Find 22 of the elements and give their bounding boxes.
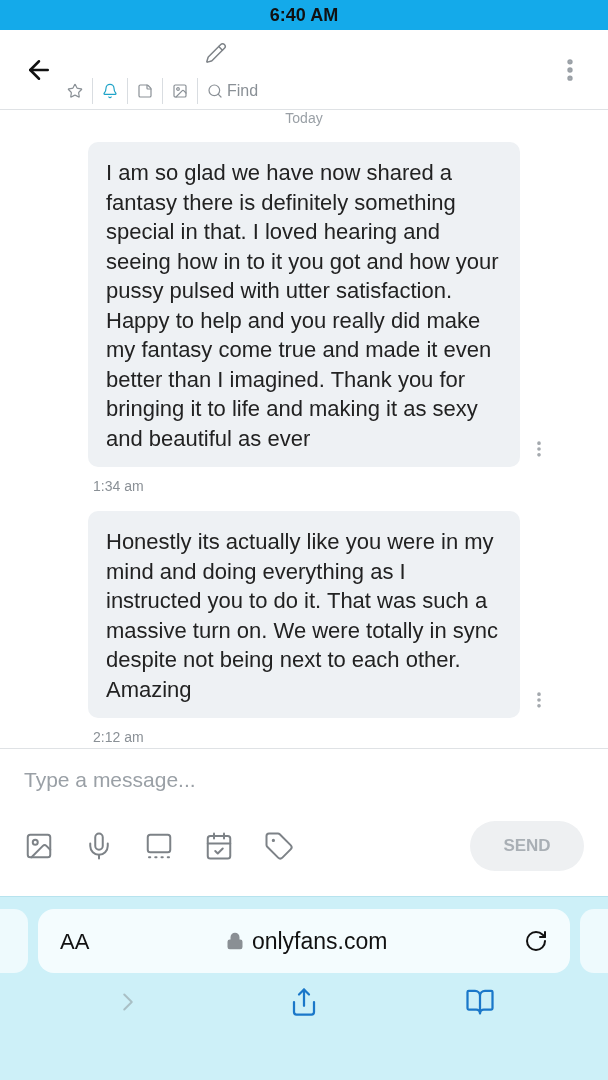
lock-icon (225, 932, 244, 950)
image-icon (172, 83, 188, 99)
day-label: Today (285, 110, 323, 126)
address-bar[interactable]: AA onlyfans.com (38, 909, 570, 973)
text-size-button[interactable]: AA (60, 924, 90, 958)
message-bubble: Honestly its actually like you were in my mind and doing everything as I instructed you to do it. That was such a massive turn on. We were totally in sync despite not being next to each other. Amazing (88, 511, 520, 718)
star-icon (67, 83, 83, 99)
search-icon (207, 83, 223, 99)
pencil-icon[interactable] (205, 42, 227, 64)
bookmarks-icon[interactable] (465, 987, 495, 1017)
price-tag-icon[interactable] (264, 831, 294, 861)
calendar-icon[interactable] (204, 831, 234, 861)
message-bubble: I am so glad we have now shared a fantasy there is definitely something special in that. I loved hearing and seeing how in to it you got and how your pussy pulsed with utter satisfaction. Happy to help and you really did make my fantasy come true and made it even better than I imagined. Thank you for bringing it to life and making it as sexy and beautiful as ever (88, 142, 520, 467)
image-icon[interactable] (24, 831, 54, 861)
message-time: 1:34 am (93, 477, 145, 496)
bell-icon (102, 83, 118, 99)
address-text: onlyfans.com (251, 926, 388, 956)
message-time: 2:12 am (93, 728, 145, 747)
status-time: 6:40 AM (269, 3, 339, 27)
note-icon (137, 83, 153, 99)
reload-icon[interactable] (524, 929, 548, 953)
message-field[interactable]: Type a message... (0, 749, 608, 811)
